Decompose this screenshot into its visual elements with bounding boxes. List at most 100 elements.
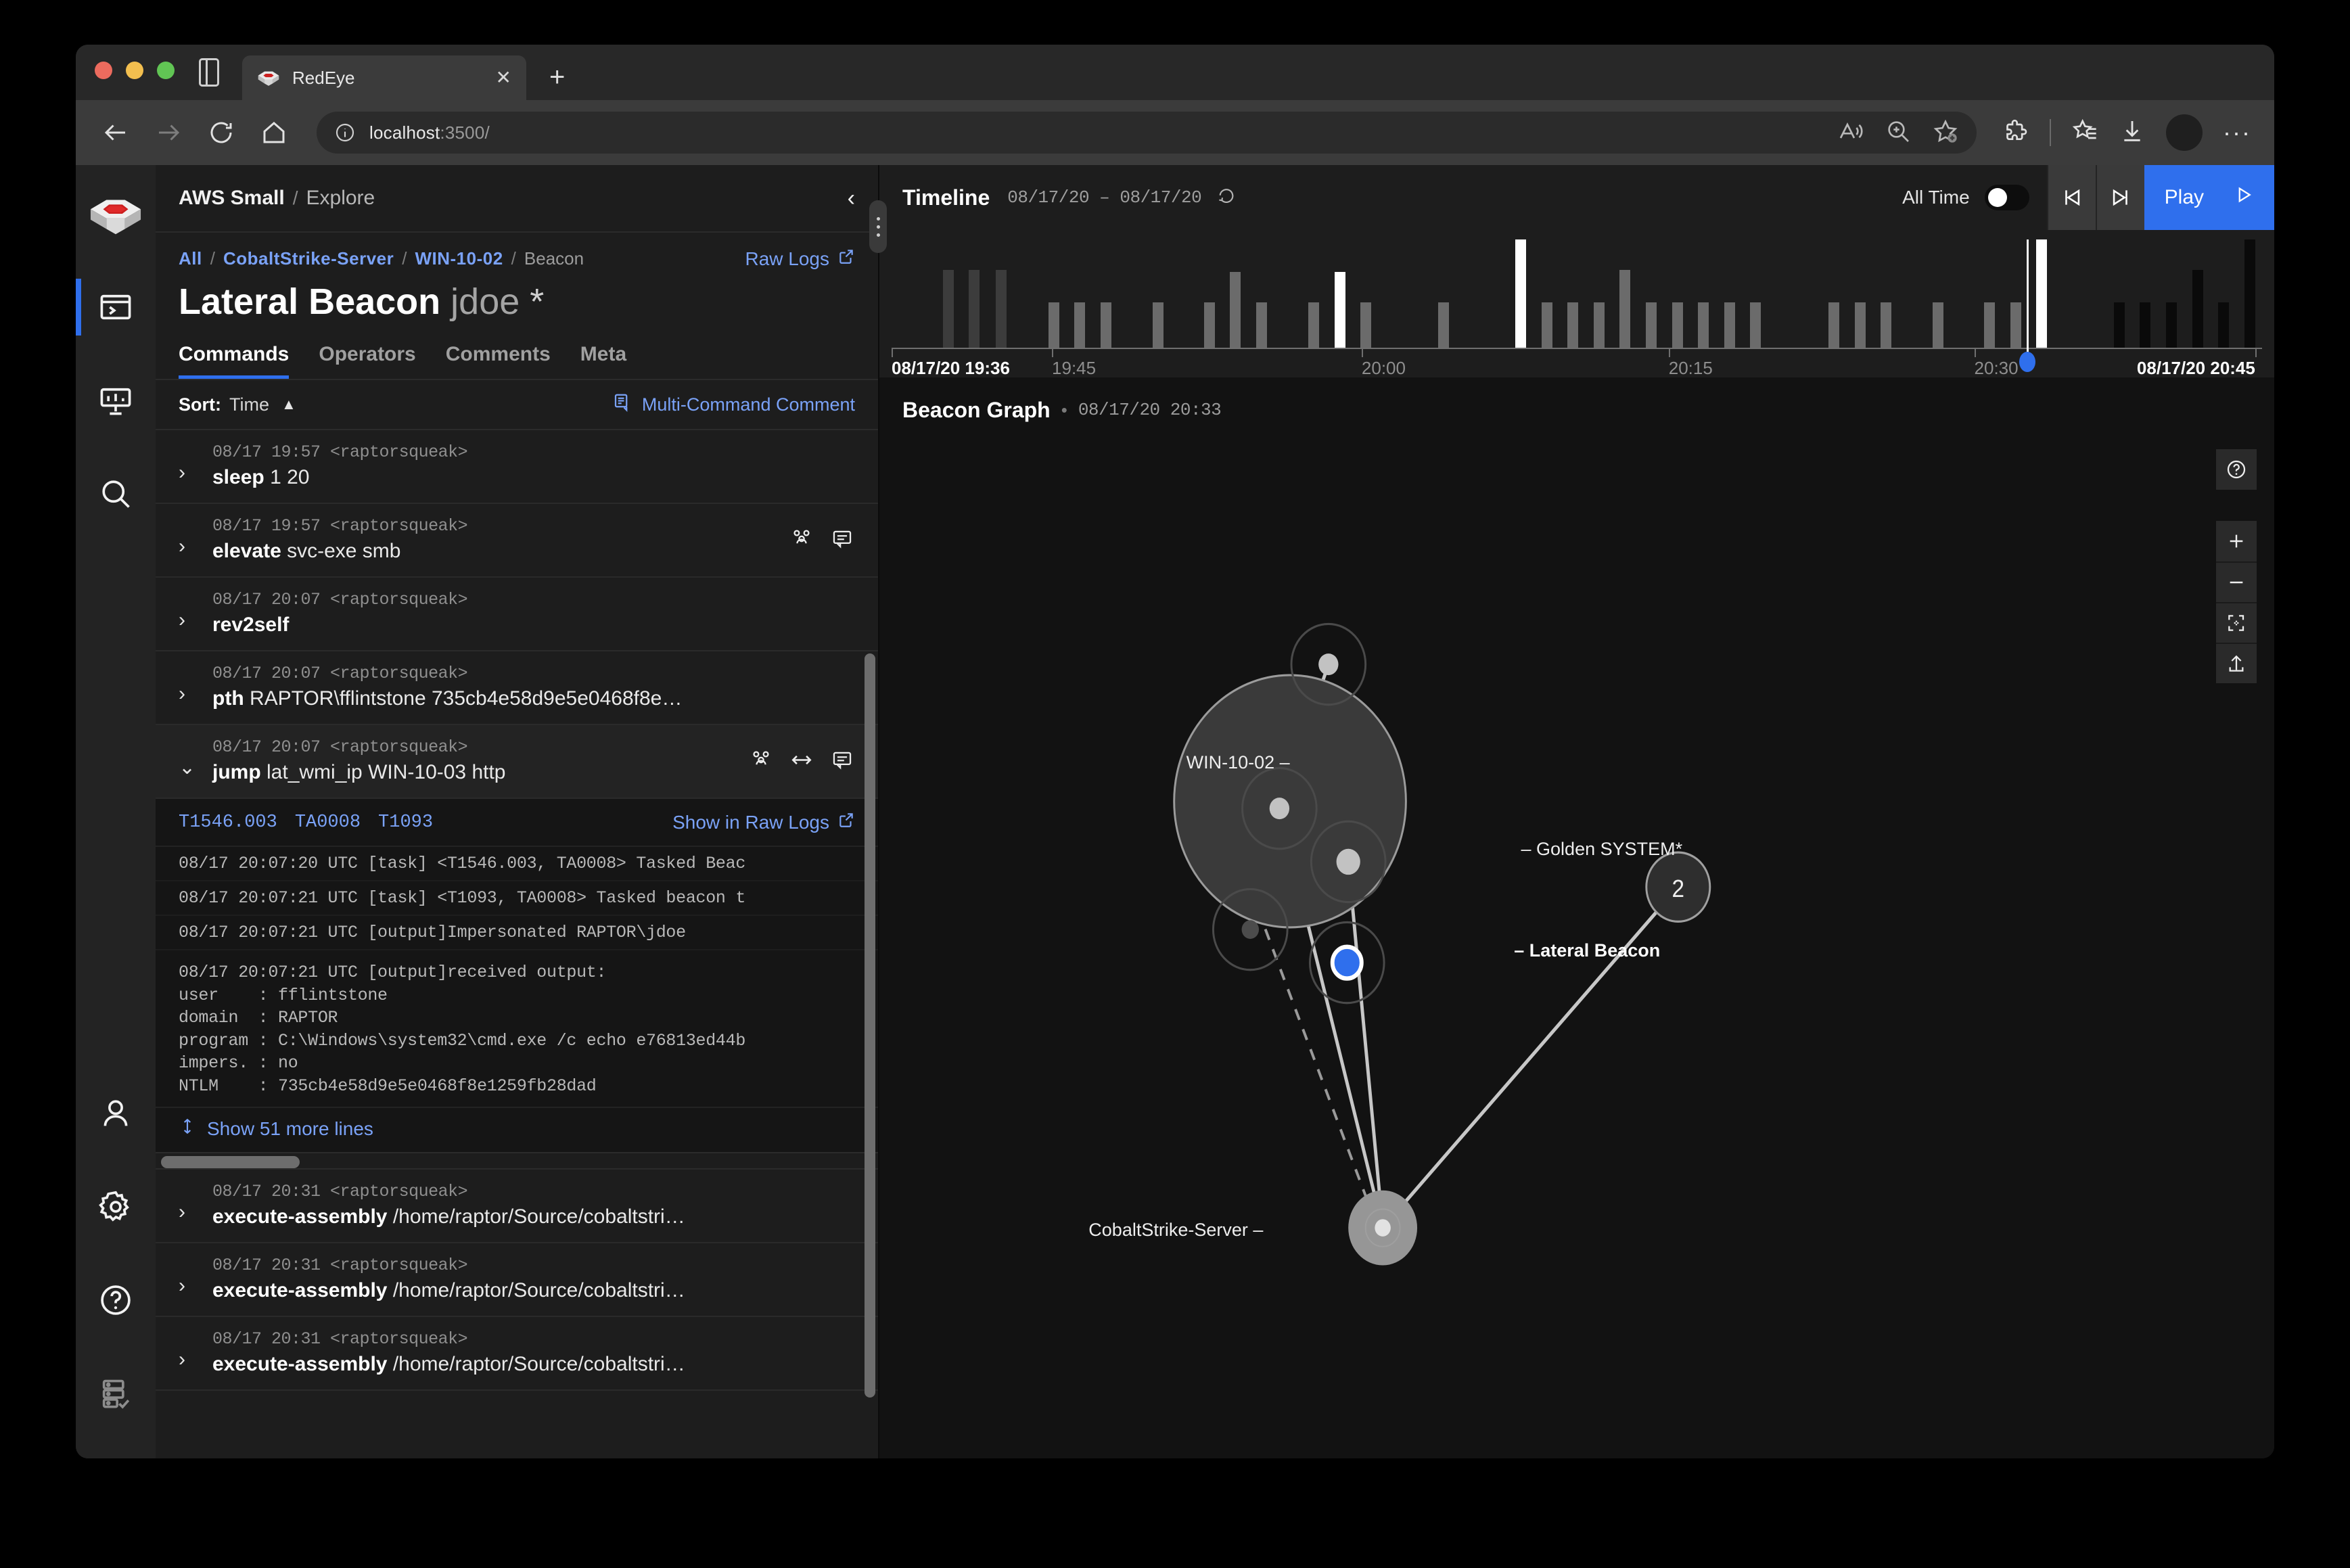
timeline-bar[interactable]: [1933, 302, 1944, 348]
timeline-bar[interactable]: [2036, 239, 2048, 348]
breadcrumb-server[interactable]: CobaltStrike-Server: [223, 248, 394, 269]
table-row[interactable]: › 08/17 20:31 <raptorsqueak> execute-ass…: [156, 1243, 878, 1317]
profile-avatar-icon[interactable]: [2166, 114, 2203, 151]
beacon-graph-canvas[interactable]: 2 WIN-10-02 – – Golden SYSTEM* – Lateral…: [879, 442, 2274, 1458]
skip-forward-icon[interactable]: [2095, 165, 2144, 230]
timeline-bar[interactable]: [1567, 302, 1579, 348]
timeline-bar[interactable]: [2192, 269, 2203, 348]
browser-sidebar-toggle-icon[interactable]: [199, 58, 219, 87]
timeline-bar[interactable]: [1750, 302, 1761, 348]
graph-node-lateral-beacon[interactable]: [1330, 944, 1364, 981]
raw-logs-link[interactable]: Raw Logs: [745, 248, 855, 270]
timeline-bar[interactable]: [2010, 302, 2021, 348]
home-icon[interactable]: [257, 116, 291, 149]
chevron-right-icon[interactable]: ›: [179, 590, 196, 630]
timeline-bar[interactable]: [1984, 302, 1996, 348]
graph-node-golden-system[interactable]: [1336, 848, 1360, 875]
timeline-bar[interactable]: [1541, 302, 1552, 348]
timeline-bar[interactable]: [2140, 302, 2151, 348]
question-circle-icon[interactable]: [2216, 449, 2257, 490]
timeline-bar[interactable]: [1360, 302, 1372, 348]
all-time-toggle[interactable]: All Time: [1902, 165, 2047, 230]
timeline-bar[interactable]: [2244, 239, 2255, 348]
plus-icon[interactable]: +: [549, 64, 565, 91]
sort-value[interactable]: Time: [229, 394, 269, 415]
breadcrumb-host[interactable]: WIN-10-02: [415, 248, 503, 269]
zoom-icon[interactable]: [1885, 118, 1912, 148]
forward-arrow-icon[interactable]: [152, 116, 185, 149]
link-icon[interactable]: [790, 748, 813, 775]
reload-icon[interactable]: [204, 116, 238, 149]
timeline-bar[interactable]: [1230, 272, 1241, 348]
vertical-scrollbar[interactable]: [865, 430, 875, 1458]
fit-to-screen-icon[interactable]: [2216, 602, 2257, 643]
read-aloud-icon[interactable]: [1837, 118, 1864, 148]
sidebar-item-search[interactable]: [76, 461, 156, 526]
minus-icon[interactable]: [2216, 561, 2257, 602]
timeline-bar[interactable]: [2218, 302, 2230, 348]
campaign-name[interactable]: AWS Small: [179, 187, 285, 210]
tab-commands[interactable]: Commands: [179, 343, 290, 379]
chevron-right-icon[interactable]: ›: [179, 1255, 196, 1296]
more-options-icon[interactable]: ···: [2223, 120, 2251, 145]
timeline-bar[interactable]: [1334, 272, 1345, 348]
reset-icon[interactable]: [1216, 186, 1237, 210]
chevron-right-icon[interactable]: ›: [179, 664, 196, 704]
timeline-bar[interactable]: [1854, 302, 1866, 348]
show-in-raw-logs-link[interactable]: Show in Raw Logs: [672, 811, 855, 833]
play-button[interactable]: Play: [2144, 165, 2274, 230]
browser-tab[interactable]: RedEye ✕: [242, 55, 526, 100]
timeline-bar[interactable]: [1074, 302, 1086, 348]
timeline-bar[interactable]: [1619, 269, 1631, 348]
maximize-window-button[interactable]: [157, 62, 175, 79]
info-circle-icon[interactable]: [334, 122, 356, 143]
tab-comments[interactable]: Comments: [446, 343, 551, 379]
window-controls[interactable]: [95, 45, 175, 100]
command-list[interactable]: › 08/17 19:57 <raptorsqueak> sleep 1 20 …: [156, 430, 878, 1458]
graph-node[interactable]: [1318, 653, 1339, 676]
tab-operators[interactable]: Operators: [319, 343, 415, 379]
timeline-bar[interactable]: [1255, 302, 1267, 348]
graph-node[interactable]: [1269, 798, 1290, 820]
close-icon[interactable]: ✕: [496, 68, 511, 87]
timeline-bar[interactable]: [996, 269, 1007, 348]
timeline-bar[interactable]: [1881, 302, 1892, 348]
plus-icon[interactable]: [2216, 521, 2257, 561]
timeline-bar[interactable]: [1593, 302, 1605, 348]
toggle-switch[interactable]: [1984, 185, 2029, 210]
timeline-bar[interactable]: [1048, 302, 1059, 348]
extensions-icon[interactable]: [2002, 118, 2029, 148]
section-name[interactable]: Explore: [306, 187, 375, 210]
table-row[interactable]: › 08/17 20:07 <raptorsqueak> pth RAPTOR\…: [156, 651, 878, 725]
chevron-left-icon[interactable]: ‹: [848, 187, 855, 210]
timeline-bar[interactable]: [2113, 302, 2125, 348]
attack-tag[interactable]: T1546.003: [179, 812, 277, 833]
timeline-chart[interactable]: 08/17/20 19:36 19:45 20:00 20:15 20:30 08/17/…: [879, 230, 2274, 378]
operators-icon[interactable]: [750, 748, 773, 775]
horizontal-scrollbar[interactable]: [156, 1152, 878, 1170]
upload-icon[interactable]: [2216, 643, 2257, 683]
sidebar-item-servers[interactable]: [76, 1361, 156, 1426]
table-row[interactable]: › 08/17 19:57 <raptorsqueak> elevate svc…: [156, 504, 878, 578]
download-icon[interactable]: [2119, 118, 2146, 148]
sidebar-item-settings[interactable]: [76, 1174, 156, 1239]
add-favorite-icon[interactable]: [1932, 118, 1959, 148]
multi-command-comment-button[interactable]: Multi-Command Comment: [612, 392, 855, 417]
table-row[interactable]: › 08/17 20:31 <raptorsqueak> execute-ass…: [156, 1317, 878, 1391]
collections-icon[interactable]: [2071, 118, 2098, 148]
timeline-bar[interactable]: [969, 269, 980, 348]
timeline-bar[interactable]: [1308, 302, 1320, 348]
panel-resize-handle[interactable]: [869, 200, 887, 253]
comment-icon[interactable]: [831, 748, 854, 775]
timeline-bar[interactable]: [1698, 302, 1709, 348]
skip-back-icon[interactable]: [2046, 165, 2096, 230]
breadcrumb-all[interactable]: All: [179, 248, 202, 269]
chevron-down-icon[interactable]: ⌄: [179, 737, 196, 778]
sidebar-item-campaigns[interactable]: [76, 275, 156, 340]
chevron-right-icon[interactable]: ›: [179, 1329, 196, 1370]
chevron-right-icon[interactable]: ›: [179, 442, 196, 483]
graph-node-dim[interactable]: [1241, 920, 1260, 939]
timeline-bar[interactable]: [1645, 302, 1657, 348]
timeline-bar[interactable]: [1724, 302, 1735, 348]
timeline-bar[interactable]: [1437, 302, 1449, 348]
